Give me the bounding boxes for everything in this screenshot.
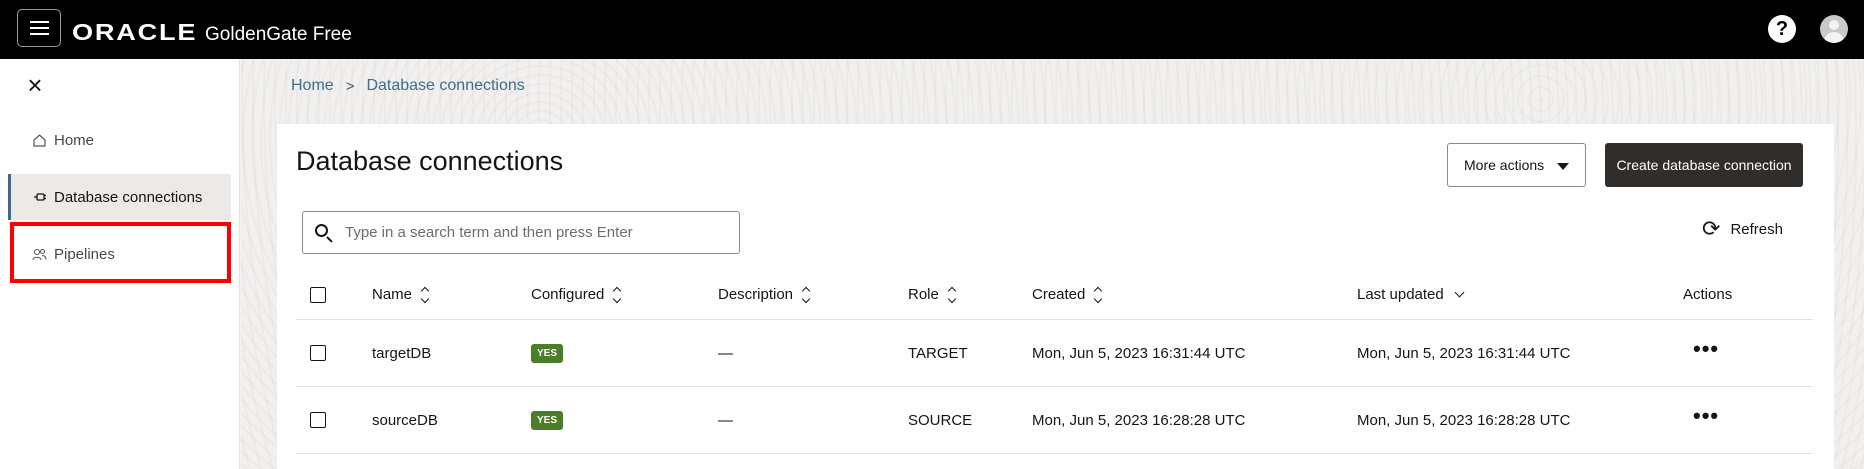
sort-icon — [947, 286, 957, 303]
hamburger-line — [29, 21, 49, 23]
column-header-last-updated[interactable]: Last updated — [1357, 270, 1465, 319]
cell-created: Mon, Jun 5, 2023 16:28:28 UTC — [1032, 411, 1246, 429]
page-title: Database connections — [296, 146, 564, 176]
avatar-head — [1829, 20, 1839, 30]
search-input[interactable] — [345, 224, 725, 241]
column-header-name[interactable]: Name — [372, 270, 430, 319]
cell-configured: YES — [531, 387, 564, 453]
cell-role: SOURCE — [908, 411, 973, 429]
column-header-label: Created — [1032, 286, 1086, 303]
cell-last-updated: Mon, Jun 5, 2023 16:28:28 UTC — [1357, 411, 1571, 429]
hamburger-menu-button[interactable] — [17, 9, 61, 47]
column-header-label: Description — [718, 286, 794, 303]
sort-icon — [801, 286, 811, 303]
oracle-logo: ORACLE — [72, 19, 198, 45]
sort-descending-icon — [1454, 287, 1465, 298]
caret-down-icon — [1557, 163, 1569, 170]
status-badge: YES — [531, 410, 564, 430]
column-header-configured[interactable]: Configured — [531, 270, 622, 319]
avatar-body — [1824, 32, 1844, 43]
row-checkbox[interactable] — [310, 345, 326, 361]
more-actions-icon[interactable]: ••• — [1693, 405, 1719, 435]
row-actions-cell: ••• — [1693, 387, 1719, 453]
highlight-box — [10, 222, 231, 283]
table-row: targetDB YES — TARGET Mon, Jun 5, 2023 1… — [296, 320, 1813, 387]
breadcrumb-separator: > — [345, 77, 355, 95]
row-select-cell — [310, 387, 326, 453]
create-database-connection-button[interactable]: Create database connection — [1605, 143, 1803, 187]
sidebar-item-home[interactable]: Home — [8, 117, 231, 163]
table-header-row: Name Configured Description Role Created… — [296, 270, 1813, 320]
cell-description: — — [718, 344, 733, 362]
top-bar: ORACLE GoldenGate Free ? — [0, 0, 1864, 59]
column-header-actions: Actions — [1683, 270, 1732, 319]
refresh-icon: ⟳ — [1702, 216, 1721, 241]
cell-role: TARGET — [908, 344, 968, 362]
column-header-label: Configured — [531, 286, 605, 303]
sidebar-item-database-connections[interactable]: Database connections — [8, 174, 231, 220]
column-header-label: Last updated — [1357, 286, 1444, 303]
column-header-description[interactable]: Description — [718, 270, 811, 319]
cell-configured: YES — [531, 320, 564, 386]
product-name: GoldenGate Free — [205, 24, 352, 45]
column-header-label: Name — [372, 286, 413, 303]
refresh-label: Refresh — [1730, 220, 1783, 238]
column-header-label: Actions — [1683, 286, 1733, 303]
brand: ORACLE GoldenGate Free — [72, 19, 352, 46]
breadcrumb-home-link[interactable]: Home — [291, 77, 334, 95]
search-field[interactable] — [302, 211, 740, 254]
cell-last-updated: Mon, Jun 5, 2023 16:31:44 UTC — [1357, 344, 1571, 362]
more-actions-icon[interactable]: ••• — [1693, 338, 1719, 368]
hamburger-line — [29, 27, 49, 29]
sort-icon — [420, 286, 430, 303]
avatar[interactable] — [1820, 15, 1848, 43]
column-header-label: Role — [908, 286, 939, 303]
column-header-created[interactable]: Created — [1032, 270, 1103, 319]
table-row: sourceDB YES — SOURCE Mon, Jun 5, 2023 1… — [296, 387, 1813, 454]
home-icon — [32, 133, 47, 148]
more-actions-button[interactable]: More actions — [1447, 143, 1586, 187]
breadcrumb-current-link[interactable]: Database connections — [366, 77, 524, 95]
select-all-cell — [310, 270, 326, 319]
refresh-button[interactable]: ⟳ Refresh — [1702, 218, 1783, 240]
cell-created: Mon, Jun 5, 2023 16:31:44 UTC — [1032, 344, 1246, 362]
sidebar-item-label: Database connections — [54, 188, 203, 206]
more-actions-label: More actions — [1464, 157, 1545, 173]
sort-icon — [613, 286, 622, 303]
breadcrumb: Home > Database connections — [291, 77, 525, 95]
sort-icon — [1094, 286, 1103, 303]
help-icon[interactable]: ? — [1768, 15, 1796, 43]
sidebar-item-label: Home — [54, 131, 95, 149]
close-icon[interactable]: × — [23, 72, 47, 98]
cell-description: — — [718, 411, 733, 429]
column-header-role[interactable]: Role — [908, 270, 957, 319]
cell-name[interactable]: targetDB — [372, 320, 431, 386]
connections-table: Name Configured Description Role Created… — [296, 270, 1813, 454]
status-badge: YES — [531, 343, 564, 363]
hamburger-line — [29, 33, 49, 35]
row-actions-cell: ••• — [1693, 320, 1719, 386]
row-checkbox[interactable] — [310, 412, 326, 428]
cell-name[interactable]: sourceDB — [372, 387, 438, 453]
search-icon — [315, 223, 333, 243]
select-all-checkbox[interactable] — [310, 286, 326, 303]
plug-icon — [32, 190, 47, 205]
row-select-cell — [310, 320, 326, 386]
